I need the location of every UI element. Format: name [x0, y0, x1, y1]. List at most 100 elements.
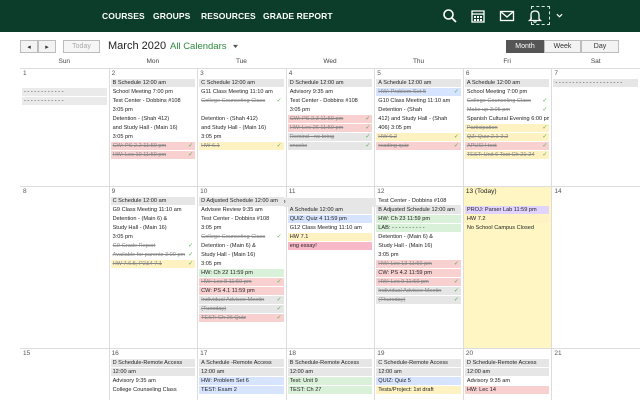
calendar-event[interactable]: 3:05 pm: [287, 106, 373, 114]
day-number[interactable]: 5: [377, 70, 381, 77]
day-number[interactable]: 4: [289, 70, 293, 77]
calendar-event[interactable]: TEST: Exam 2: [199, 386, 284, 394]
calendar-event[interactable]: Remind - no bring ✓: [287, 133, 373, 141]
calendar-event[interactable]: TEST: Unit 6 Test Ch 21-24 ✓: [464, 151, 550, 159]
calendar-event[interactable]: and Study Hall - (Main 16): [199, 124, 284, 132]
calendar-event[interactable]: Spanish Cultural Evening 6:00 pm: [464, 115, 550, 123]
calendar-event[interactable]: CW: PS 2.2 11:59 pm ✓: [110, 142, 196, 150]
calendar-event[interactable]: Study Hall - (Main 16): [376, 242, 461, 250]
day-number[interactable]: 18: [289, 350, 296, 357]
calendar-event[interactable]: HW 6.1 ✓: [199, 142, 284, 150]
calendar-event[interactable]: and Study Hall - (Main 16): [110, 124, 196, 132]
prev-month-button[interactable]: ◂: [20, 40, 38, 53]
view-month-button[interactable]: Month: [506, 40, 544, 53]
calendar-event[interactable]: 12:00 am: [464, 368, 550, 376]
calendar-event[interactable]: HW 7.1: [287, 233, 373, 241]
calendar-event[interactable]: D Schedule 12:00 am: [287, 79, 373, 87]
calendar-event[interactable]: 3:05 pm: [199, 260, 284, 268]
chevron-down-icon[interactable]: [556, 12, 563, 19]
calendar-event[interactable]: HW: Lec 8 11:59 pm ✓: [199, 278, 284, 286]
calendar-event[interactable]: HW: Problem Set 5 ✓: [376, 88, 461, 96]
day-number[interactable]: 19: [377, 350, 384, 357]
calendar-event[interactable]: Study Hall - (Main 16): [110, 224, 196, 232]
avatar[interactable]: [531, 6, 550, 25]
calendar-event[interactable]: G10 Class Meeting 11:10 am: [376, 97, 461, 105]
calendar-event[interactable]: G9 Grade Report ✓: [110, 242, 196, 250]
calendar-event[interactable]: HW 7.6.5, P2&4 7.1 ✓: [110, 260, 196, 268]
calendar-event[interactable]: G9 Class Meeting 11:10 am: [110, 206, 196, 214]
calendar-event[interactable]: B Schedule 12:00 am: [110, 79, 196, 87]
calendar-event[interactable]: TEST: Ch 26 Quiz ✓: [199, 314, 284, 322]
calendar-event[interactable]: 406) 3:05 pm: [376, 124, 461, 132]
calendar-event[interactable]: Detention - (Shah 412): [110, 115, 196, 123]
day-number[interactable]: 17: [200, 350, 207, 357]
calendar-event[interactable]: B Adjusted Schedule 12:00 am: [376, 206, 461, 214]
calendar-event[interactable]: A Schedule 12:00 am: [287, 206, 373, 214]
calendar-event[interactable]: 3:05 pm: [110, 133, 196, 141]
calendar-event[interactable]: APUSH test ✓: [464, 142, 550, 150]
calendar-event[interactable]: No School Campus Closed: [464, 224, 550, 232]
calendar-event[interactable]: HW: Lec 14: [464, 386, 550, 394]
calendar-event[interactable]: HW 7.2: [464, 215, 550, 223]
calendar-event[interactable]: CW: PS 4.2 11:59 pm: [376, 269, 461, 277]
calendar-event[interactable]: HW: Ch 22 11:59 pm: [199, 269, 284, 277]
calendar-event[interactable]: D Adjusted Schedule 12:00 am: [199, 197, 284, 205]
day-number[interactable]: 8: [23, 188, 27, 195]
calendar-event[interactable]: 3:05 pm: [110, 106, 196, 114]
calendar-event[interactable]: (Tuesday) ✓: [199, 305, 284, 313]
calendar-event[interactable]: College Counseling Class ✓: [199, 233, 284, 241]
chevron-down-icon[interactable]: [233, 44, 238, 49]
calendar-event[interactable]: Individual Advisee Meetin ✓: [199, 296, 284, 304]
calendar-event[interactable]: Detention - (Shah: [376, 106, 461, 114]
day-number[interactable]: 13 (Today): [466, 188, 497, 195]
day-number[interactable]: 7: [554, 70, 558, 77]
calendar-event[interactable]: QUIZ: Quiz 4 11:59 pm: [287, 215, 373, 223]
calendar-event[interactable]: Advisory 9:35 am: [110, 377, 196, 385]
day-number[interactable]: 20: [466, 350, 473, 357]
day-number[interactable]: 21: [554, 350, 561, 357]
calendar-event[interactable]: D Schedule-Remote Access: [464, 359, 550, 367]
calendar-event[interactable]: - - - - - - - - - - - -: [22, 88, 107, 96]
day-number[interactable]: 10: [200, 188, 207, 195]
calendar-event[interactable]: 12:00 am: [287, 368, 373, 376]
calendar-event[interactable]: School Meeting 7:00 pm: [110, 88, 196, 96]
calendar-event[interactable]: reading quiz ✓: [376, 142, 461, 150]
day-number[interactable]: 9: [112, 188, 116, 195]
calendar-event[interactable]: College Counseling Class ✓: [199, 97, 284, 105]
calendar-event[interactable]: 412) and Study Hall - (Shah: [376, 115, 461, 123]
calendar-event[interactable]: Advisee Review 9:35 am: [199, 206, 284, 214]
view-day-button[interactable]: Day: [581, 40, 619, 53]
calendar-event[interactable]: 3:05 pm: [199, 224, 284, 232]
calendar-event[interactable]: Tests/Project: 1st draft: [376, 386, 461, 394]
calendar-event[interactable]: TEST: Ch 27: [287, 386, 373, 394]
calendar-event[interactable]: Individual Advisee Meetin ✓: [376, 287, 461, 295]
calendar-event[interactable]: HW: Problem Set 6: [199, 377, 284, 385]
calendar-event[interactable]: eng essay!: [287, 242, 373, 250]
calendar-event[interactable]: LAB: - - - - - - - - - -: [376, 224, 461, 232]
day-number[interactable]: 14: [554, 188, 561, 195]
calendar-event[interactable]: Make up 3:05 pm ✓: [464, 106, 550, 114]
calendar-event[interactable]: - - - - - - - - - - - - - - - - - - - -: [553, 79, 638, 87]
nav-grade-report[interactable]: GRADE REPORT: [263, 11, 333, 21]
day-number[interactable]: 12: [377, 188, 384, 195]
calendar-event[interactable]: Detention - (Main 6) &: [376, 233, 461, 241]
calendar-event[interactable]: HW: Lec 9 11:59 pm ✓: [376, 278, 461, 286]
calendar-event[interactable]: Study Hall - (Main 16): [199, 251, 284, 259]
calendar-event[interactable]: QZ: Quiz 2.1-2.2 ✓: [464, 133, 550, 141]
calendar-filter-dropdown[interactable]: All Calendars: [170, 41, 227, 52]
day-number[interactable]: 6: [466, 70, 470, 77]
calendar-event[interactable]: Test Center - Dobbins #108: [376, 197, 461, 205]
calendar-event[interactable]: A Schedule 12:00 am: [376, 79, 461, 87]
day-number[interactable]: 11: [289, 188, 296, 195]
calendar-event[interactable]: PROJ: Parser Lab 11:59 pm: [464, 206, 550, 214]
nav-groups[interactable]: GROUPS: [153, 11, 190, 21]
next-month-button[interactable]: ▸: [38, 40, 56, 53]
calendar-event[interactable]: 12:00 am: [199, 368, 284, 376]
calendar-event[interactable]: A Schedule 12:00 am: [464, 79, 550, 87]
day-number[interactable]: 1: [23, 70, 27, 77]
today-button[interactable]: Today: [63, 40, 100, 53]
day-number[interactable]: 3: [200, 70, 204, 77]
calendar-event[interactable]: C Schedule 12:00 am: [110, 197, 196, 205]
calendar-event[interactable]: Available for parents 3:00 pm ✓: [110, 251, 196, 259]
calendar-grid-icon[interactable]: [470, 8, 486, 24]
